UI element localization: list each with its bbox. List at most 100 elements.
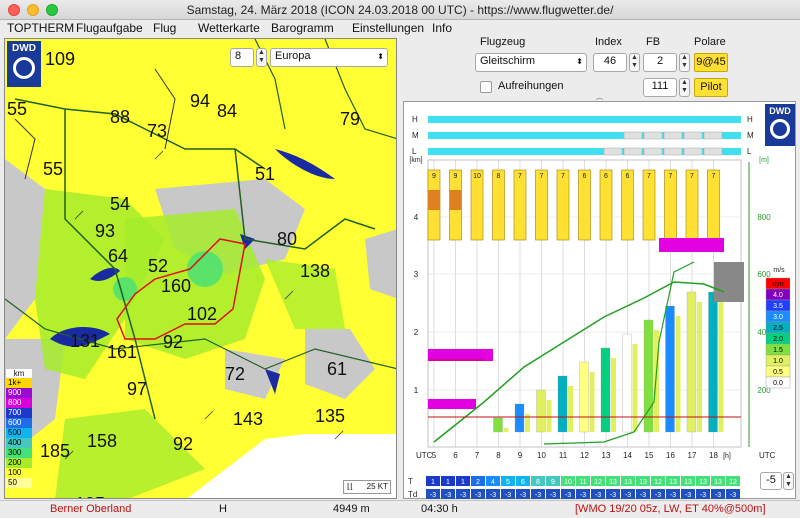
- status-wmo: [WMO 19/20 05z, LW, ET 40%@500m]: [575, 503, 766, 515]
- map-value-label: 88: [110, 107, 131, 127]
- offset-field[interactable]: -5: [760, 472, 782, 490]
- cloud-gap: [663, 147, 683, 156]
- flugzeug-select[interactable]: Gleitschirm ⬍: [475, 53, 587, 72]
- index-field[interactable]: 46: [593, 53, 627, 72]
- fb-stepper[interactable]: ▲ ▼: [679, 53, 690, 72]
- thermal-bar-side: [697, 302, 702, 432]
- t-value: 1: [446, 479, 450, 486]
- flugzeug-select-value: Gleitschirm: [480, 55, 536, 67]
- x-tick: 16: [666, 451, 675, 460]
- t-value: 1: [431, 479, 435, 486]
- t-value: 13: [684, 479, 692, 486]
- menu-flug[interactable]: Flug: [153, 20, 176, 36]
- legend-title: km: [6, 369, 32, 378]
- x-tick: 8: [496, 451, 501, 460]
- cloud-row-label: M: [747, 131, 754, 140]
- cloud-base-box: [685, 169, 699, 241]
- zoom-level-field[interactable]: 8: [230, 48, 254, 67]
- dyn-block: [428, 399, 476, 409]
- map-value-label: 143: [233, 409, 264, 429]
- menu-flugaufgabe[interactable]: Flugaufgabe: [76, 20, 143, 36]
- fb-field[interactable]: 2: [643, 53, 677, 72]
- td-value: -3: [670, 492, 676, 499]
- cloud-row-label: M: [412, 131, 419, 140]
- td-value: -3: [700, 492, 706, 499]
- t-value: 12: [729, 479, 737, 486]
- t-value: 13: [609, 479, 617, 486]
- dyn-block: [428, 349, 493, 361]
- legend-entry: 400: [6, 438, 32, 448]
- index-stepper[interactable]: ▲ ▼: [629, 53, 640, 72]
- extra-field[interactable]: 111: [643, 78, 677, 97]
- legend-entry: 600: [6, 418, 32, 428]
- map-value-label: 138: [300, 261, 331, 281]
- ms-legend-title: m/s: [773, 267, 785, 274]
- thermal-bar: [708, 291, 718, 433]
- cloud-base-box: [535, 169, 548, 241]
- polare-label: Polare: [694, 36, 726, 48]
- td-value: -3: [550, 492, 556, 499]
- x-tick: 13: [602, 451, 611, 460]
- meteogram-chart: H H M M L L 4 3 2 1 [km] 800 600 400 200 [m] 9 9 10 8 7 7 7 6 6 6…: [403, 101, 796, 499]
- zoom-stepper[interactable]: ▲ ▼: [256, 48, 267, 67]
- status-time: 04:30 h: [421, 503, 458, 515]
- cloud-top-value: 7: [540, 173, 544, 180]
- region-select-value: Europa: [275, 50, 311, 62]
- polare-button[interactable]: 9@45: [694, 53, 728, 72]
- cloud-row-label: H: [747, 115, 753, 124]
- map-value-label: 185: [40, 441, 71, 461]
- dwd-logo: DWD: [7, 41, 41, 87]
- cloud-base-box: [621, 169, 634, 241]
- cloud-top-value: 9: [454, 173, 458, 180]
- td-value: -3: [445, 492, 451, 499]
- weather-map[interactable]: DWD 109 55 88 94 84 73 79 55 51 54 93 64 80 52 160 138 1…: [4, 38, 397, 499]
- cloud-gap: [623, 131, 643, 140]
- flugzeug-label: Flugzeug: [480, 36, 526, 48]
- map-value-label: 92: [173, 434, 194, 454]
- cloud-top-value: 7: [669, 173, 673, 180]
- altitude-legend: km 1k+ 900 800 700 600 500 400 300 200 100 50: [6, 369, 32, 488]
- menu-toptherm[interactable]: TOPTHERM: [7, 20, 74, 36]
- cloud-row-label: H: [412, 115, 418, 124]
- cloud-gap: [623, 147, 643, 156]
- t-value: 11: [579, 479, 586, 486]
- wind-scale: ⌊⌊ 25 KT: [343, 480, 391, 494]
- select-arrows-icon: ⬍: [576, 57, 583, 66]
- y-right-tick: 600: [757, 270, 771, 279]
- aufreihungen-checkbox[interactable]: [480, 81, 492, 93]
- x-tick: 6: [453, 451, 458, 460]
- menu-wetterkarte[interactable]: Wetterkarte: [198, 20, 260, 36]
- map-value-label: 55: [7, 99, 28, 119]
- map-value-label: 94: [190, 91, 211, 111]
- menu-barogramm[interactable]: Barogramm: [271, 20, 334, 36]
- pilot-button[interactable]: Pilot: [694, 78, 728, 97]
- cloud-base-box: [664, 169, 677, 241]
- menu-einstellungen[interactable]: Einstellungen: [352, 20, 424, 36]
- cloud-top-value: 9: [432, 173, 436, 180]
- cloud-base-box-hot: [449, 190, 462, 210]
- fb-value: 2: [656, 55, 664, 67]
- ms-legend-value: 3.0: [773, 314, 783, 321]
- map-value-label: 64: [108, 246, 129, 266]
- thermal-bar: [514, 403, 525, 433]
- offset-stepper[interactable]: ▲ ▼: [783, 472, 794, 490]
- menu-info[interactable]: Info: [432, 20, 452, 36]
- window-titlebar: Samstag, 24. März 2018 (ICON 24.03.2018 …: [0, 0, 800, 20]
- x-tick: 7: [475, 451, 480, 460]
- cloud-base-box: [578, 169, 591, 241]
- map-value-label: 160: [161, 276, 192, 296]
- extra-stepper[interactable]: ▲ ▼: [679, 78, 690, 97]
- window-title: Samstag, 24. März 2018 (ICON 24.03.2018 …: [186, 3, 614, 17]
- region-select[interactable]: Europa ⬍: [270, 48, 388, 67]
- thermal-bar: [557, 375, 568, 433]
- map-value-label: 161: [107, 342, 138, 362]
- grey-block: [714, 262, 744, 302]
- x-unit: [h]: [723, 453, 731, 460]
- t-value: 13: [639, 479, 647, 486]
- t-value: 10: [564, 479, 572, 486]
- y-km-tick: 4: [414, 213, 419, 222]
- thermal-bar: [579, 361, 589, 433]
- cloud-row-label: L: [747, 147, 752, 156]
- thermal-bar-side: [589, 372, 595, 432]
- cloud-top-value: 6: [583, 173, 587, 180]
